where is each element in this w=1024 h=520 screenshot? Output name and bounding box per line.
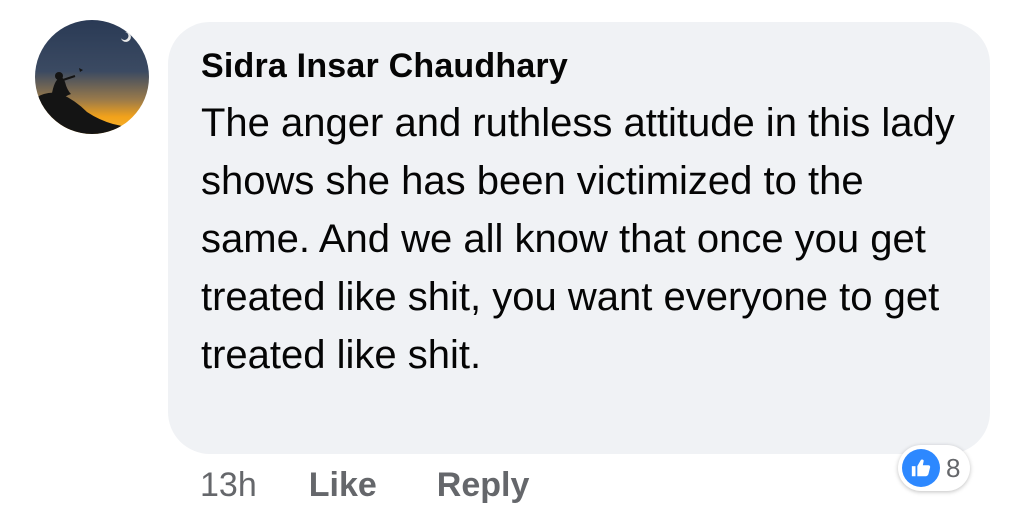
reaction-summary[interactable]: 8 (898, 445, 971, 491)
like-button[interactable]: Like (309, 466, 377, 505)
avatar[interactable] (35, 20, 149, 134)
reaction-count: 8 (946, 452, 961, 483)
thumbs-up-icon (902, 449, 940, 487)
reply-button[interactable]: Reply (437, 466, 530, 505)
comment-view: Sidra Insar Chaudhary The anger and ruth… (0, 0, 1024, 520)
comment-bubble: Sidra Insar Chaudhary The anger and ruth… (168, 22, 990, 454)
comment-timestamp[interactable]: 13h (200, 466, 257, 505)
avatar-image (35, 20, 149, 134)
comment-text: The anger and ruthless attitude in this … (201, 101, 955, 377)
comment-actions: 13h Like Reply (200, 462, 529, 508)
comment-author[interactable]: Sidra Insar Chaudhary (201, 44, 960, 88)
